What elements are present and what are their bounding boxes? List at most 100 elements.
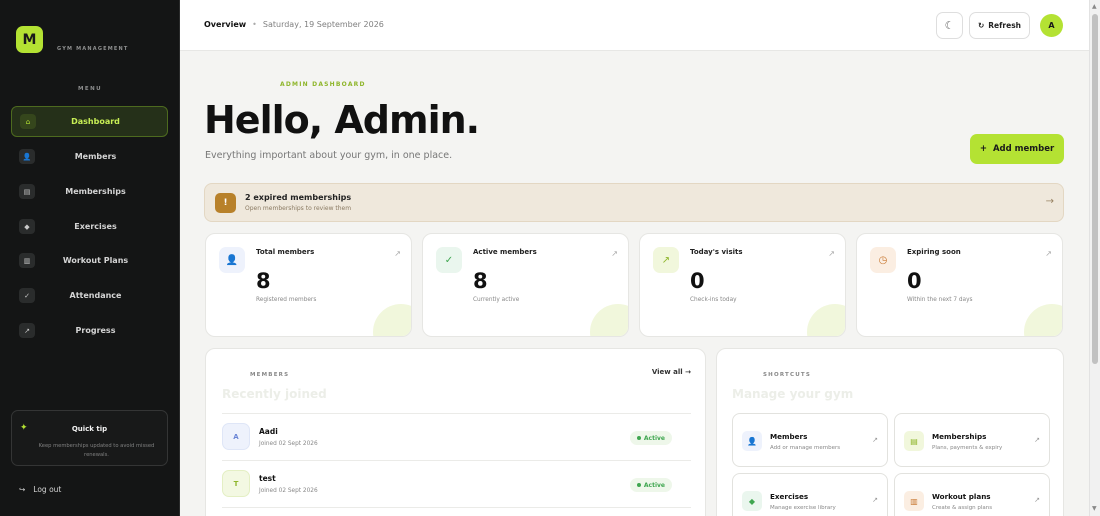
shortcut-members[interactable]: 👤 Members Add or manage members ↗	[732, 413, 888, 467]
divider	[222, 413, 691, 414]
sidebar-item-members[interactable]: 👤 Members	[11, 141, 168, 172]
panel-title: Manage your gym	[732, 387, 854, 401]
stat-card-total-members[interactable]: 👤 Total members 8 Registered members ↗	[205, 233, 412, 337]
sidebar-item-label: Members	[74, 152, 117, 161]
arrow-up-right-icon: ↗	[611, 249, 618, 258]
decorative-circle	[1024, 304, 1062, 336]
shortcut-exercises[interactable]: ◆ Exercises Manage exercise library ↗	[732, 473, 888, 516]
stat-subtitle: Currently active	[473, 297, 520, 303]
stat-card-expiring-soon[interactable]: ◷ Expiring soon 0 Within the next 7 days…	[856, 233, 1063, 337]
divider	[222, 507, 691, 508]
list-item[interactable]: T test Joined 02 Sept 2026 Active	[222, 462, 691, 506]
stat-subtitle: Within the next 7 days	[907, 297, 973, 303]
arrow-up-right-icon: ↗	[1034, 436, 1040, 444]
user-icon: 👤	[219, 247, 245, 273]
refresh-label: Refresh	[988, 21, 1021, 30]
status-badge: Active	[629, 478, 672, 492]
stat-card-active-members[interactable]: ✓ Active members 8 Currently active ↗	[422, 233, 629, 337]
scroll-down-icon[interactable]: ▼	[1092, 505, 1097, 512]
stat-label: Total members	[256, 248, 315, 256]
refresh-icon: ↻	[977, 21, 985, 30]
quick-tip-title: Quick tip	[71, 425, 108, 433]
sidebar-item-dashboard[interactable]: ⌂ Dashboard	[11, 106, 168, 137]
add-member-button[interactable]: + Add member	[970, 134, 1064, 164]
current-date: Saturday, 19 September 2026	[262, 20, 384, 29]
breadcrumb: Overview • Saturday, 19 September 2026	[204, 20, 384, 29]
status-label: Active	[643, 481, 665, 489]
arrow-up-right-icon: ↗	[872, 436, 878, 444]
status-dot-icon	[636, 483, 641, 487]
user-icon: 👤	[742, 431, 762, 451]
plus-icon: +	[979, 144, 987, 154]
status-badge: Active	[629, 431, 672, 445]
dumbbell-icon: ◆	[742, 491, 762, 511]
shortcut-subtitle: Plans, payments & expiry	[932, 445, 1003, 451]
status-label: Active	[643, 434, 665, 442]
decorative-circle	[807, 304, 845, 336]
arrow-up-right-icon: ↗	[872, 496, 878, 504]
logout-label: Log out	[33, 485, 62, 494]
menu-heading: MENU	[78, 86, 102, 92]
shortcut-subtitle: Create & assign plans	[932, 505, 993, 511]
decorative-circle	[590, 304, 628, 336]
avatar[interactable]: A	[1040, 14, 1063, 37]
panel-eyebrow: SHORTCUTS	[763, 372, 811, 378]
alert-title: 2 expired memberships	[245, 193, 352, 202]
arrow-up-right-icon: ↗	[1034, 496, 1040, 504]
sidebar-item-label: Progress	[75, 326, 116, 335]
stat-label: Expiring soon	[907, 248, 961, 256]
stat-card-todays-visits[interactable]: ↗ Today's visits 0 Check-ins today ↗	[639, 233, 846, 337]
expired-memberships-alert[interactable]: ! 2 expired memberships Open memberships…	[204, 183, 1064, 222]
shortcut-subtitle: Add or manage members	[770, 445, 841, 451]
dumbbell-icon: ◆	[19, 219, 35, 234]
refresh-button[interactable]: ↻ Refresh	[969, 12, 1030, 39]
sidebar-item-exercises[interactable]: ◆ Exercises	[11, 211, 168, 242]
home-icon: ⌂	[20, 114, 36, 129]
shortcut-workout-plans[interactable]: ▥ Workout plans Create & assign plans ↗	[894, 473, 1050, 516]
breadcrumb-separator: •	[252, 20, 257, 29]
trend-icon: ↗	[19, 323, 35, 338]
scroll-thumb[interactable]	[1092, 14, 1098, 364]
quick-tip-card: ✦ Quick tip Keep memberships updated to …	[11, 410, 168, 466]
breadcrumb-current[interactable]: Overview	[204, 20, 246, 29]
list-item[interactable]: A Aadi Joined 02 Sept 2026 Active	[222, 415, 691, 459]
sidebar-item-label: Workout Plans	[62, 256, 129, 265]
status-dot-icon	[636, 436, 641, 440]
stat-value: 0	[690, 269, 705, 293]
stat-label: Today's visits	[690, 248, 743, 256]
member-name: test	[259, 474, 276, 483]
arrow-up-right-icon: ↗	[828, 249, 835, 258]
sidebar-item-label: Attendance	[69, 291, 122, 300]
sidebar-item-attendance[interactable]: ✓ Attendance	[11, 280, 168, 311]
page-scrollbar[interactable]: ▲ ▼	[1089, 0, 1100, 516]
recent-members-panel: MEMBERS Recently joined View all → A Aad…	[205, 348, 706, 516]
scroll-up-icon[interactable]: ▲	[1092, 3, 1097, 10]
shortcut-title: Memberships	[932, 432, 987, 441]
arrow-up-right-icon: ↗	[1045, 249, 1052, 258]
shortcut-title: Exercises	[770, 492, 809, 501]
arrow-right-icon: →	[1045, 196, 1054, 207]
top-bar: Overview • Saturday, 19 September 2026 ☾ ↻…	[180, 0, 1089, 51]
check-icon: ✓	[19, 288, 35, 303]
shortcut-subtitle: Manage exercise library	[770, 505, 836, 511]
sidebar-item-workout-plans[interactable]: ▥ Workout Plans	[11, 245, 168, 276]
theme-toggle-button[interactable]: ☾	[936, 12, 963, 39]
logout-button[interactable]: ↪ Log out	[19, 485, 61, 494]
view-all-link[interactable]: View all →	[652, 368, 691, 376]
sidebar-item-progress[interactable]: ↗ Progress	[11, 315, 168, 346]
arrow-up-right-icon: ↗	[394, 249, 401, 258]
divider	[222, 460, 691, 461]
logout-icon: ↪	[19, 485, 26, 494]
avatar: T	[222, 470, 250, 497]
shortcuts-panel: SHORTCUTS Manage your gym 👤 Members Add …	[716, 348, 1064, 516]
shortcut-title: Members	[770, 432, 808, 441]
sidebar-item-memberships[interactable]: ▤ Memberships	[11, 176, 168, 207]
sidebar-item-label: Dashboard	[71, 117, 120, 126]
member-joined: Joined 02 Sept 2026	[259, 488, 318, 494]
moon-icon: ☾	[944, 19, 955, 32]
shortcut-memberships[interactable]: ▤ Memberships Plans, payments & expiry ↗	[894, 413, 1050, 467]
panel-eyebrow: MEMBERS	[250, 372, 290, 378]
decorative-circle	[373, 304, 411, 336]
stat-value: 0	[907, 269, 922, 293]
brand-logo[interactable]: M	[16, 26, 43, 53]
